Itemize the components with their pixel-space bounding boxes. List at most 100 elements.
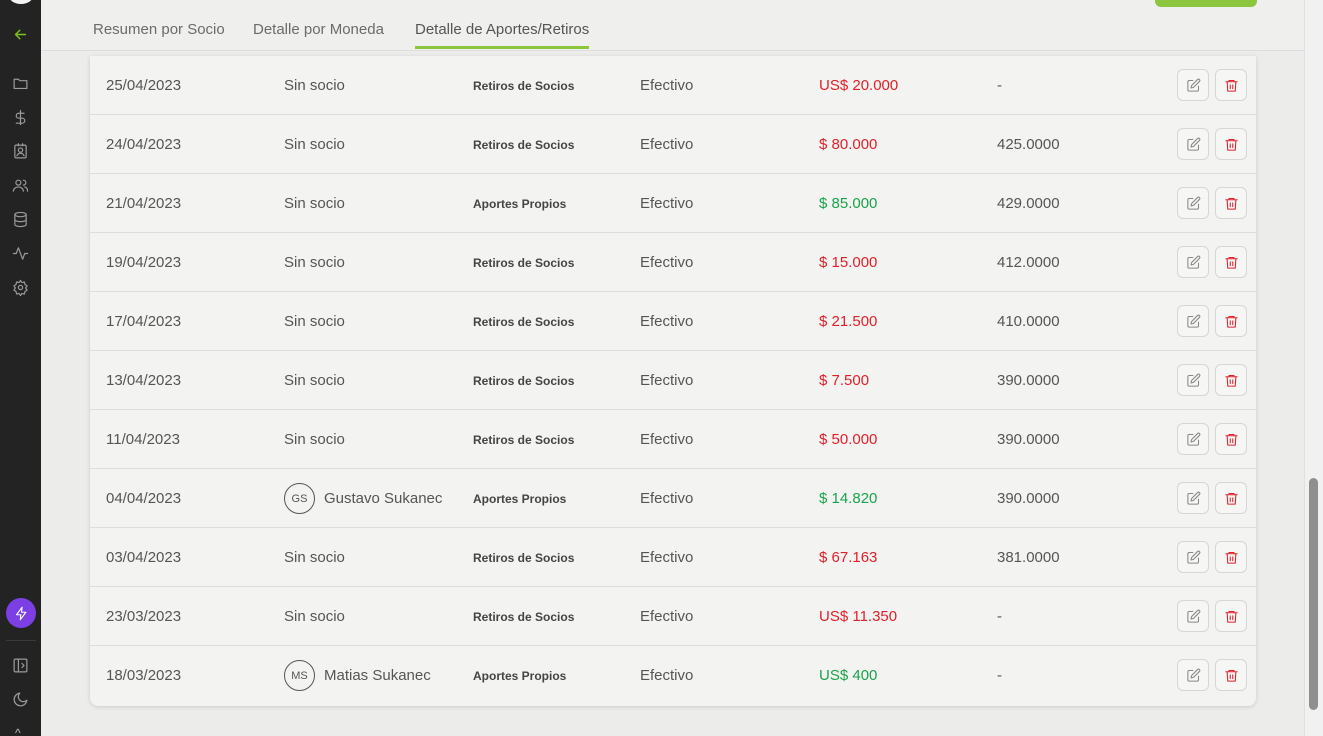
scrollbar-thumb[interactable] [1309, 478, 1318, 710]
edit-icon [1186, 373, 1200, 387]
tipo-cell: Retiros de Socios [473, 373, 575, 388]
socio-cell: Sin socio [284, 56, 345, 115]
edit-button[interactable] [1177, 364, 1209, 396]
user-avatar[interactable] [8, 0, 34, 4]
edit-icon [1186, 137, 1200, 151]
socio-name: Sin socio [284, 254, 345, 271]
delete-button[interactable] [1215, 69, 1247, 101]
socio-name: Sin socio [284, 77, 345, 94]
row-actions [1177, 482, 1247, 514]
activity-icon[interactable] [11, 244, 30, 263]
sidebar-rail: ^ [0, 0, 41, 736]
delete-button[interactable] [1215, 541, 1247, 573]
tipo-cell: Aportes Propios [473, 668, 567, 683]
monto-cell: $ 85.000 [819, 195, 878, 212]
medio-cell: Efectivo [640, 313, 694, 330]
trash-icon [1224, 433, 1238, 446]
delete-button[interactable] [1215, 364, 1247, 396]
delete-button[interactable] [1215, 659, 1247, 691]
socio-cell: Sin socio [284, 587, 345, 646]
tipo-cell: Retiros de Socios [473, 609, 575, 624]
table-row: 24/04/2023 Sin socio Retiros de Socios E… [90, 115, 1256, 174]
tipo-cell: Retiros de Socios [473, 137, 575, 152]
socio-cell: Sin socio [284, 233, 345, 292]
contact-card-icon[interactable] [11, 142, 30, 161]
sidebar-toggle-icon[interactable] [11, 656, 30, 675]
delete-button[interactable] [1215, 482, 1247, 514]
delete-button[interactable] [1215, 305, 1247, 337]
socio-cell: Sin socio [284, 410, 345, 469]
date-cell: 25/04/2023 [106, 77, 182, 94]
edit-button[interactable] [1177, 600, 1209, 632]
tipo-cell: Aportes Propios [473, 491, 567, 506]
tab-detalle-por-moneda[interactable]: Detalle por Moneda [253, 21, 384, 48]
edit-button[interactable] [1177, 128, 1209, 160]
socio-name: Sin socio [284, 549, 345, 566]
row-actions [1177, 600, 1247, 632]
sidebar-divider [6, 640, 36, 641]
edit-button[interactable] [1177, 482, 1209, 514]
trash-icon [1224, 197, 1238, 210]
medio-cell: Efectivo [640, 195, 694, 212]
date-cell: 19/04/2023 [106, 254, 182, 271]
edit-button[interactable] [1177, 69, 1209, 101]
gear-icon[interactable] [11, 278, 30, 297]
delete-button[interactable] [1215, 187, 1247, 219]
socio-cell: Sin socio [284, 115, 345, 174]
row-actions [1177, 69, 1247, 101]
back-arrow-icon[interactable] [11, 25, 30, 44]
date-cell: 11/04/2023 [106, 431, 180, 448]
trash-icon [1224, 492, 1238, 505]
delete-button[interactable] [1215, 128, 1247, 160]
avatar: GS [284, 483, 315, 514]
primary-action-button[interactable] [1155, 0, 1257, 7]
tipo-cell: Retiros de Socios [473, 255, 575, 270]
cotizacion-cell: 390.0000 [997, 431, 1060, 448]
edit-button[interactable] [1177, 187, 1209, 219]
row-actions [1177, 128, 1247, 160]
tipo-cell: Retiros de Socios [473, 78, 575, 93]
delete-button[interactable] [1215, 423, 1247, 455]
database-icon[interactable] [11, 210, 30, 229]
tipo-cell: Retiros de Socios [473, 432, 575, 447]
tipo-cell: Retiros de Socios [473, 314, 575, 329]
socio-name: Sin socio [284, 313, 345, 330]
socio-name: Sin socio [284, 136, 345, 153]
socio-name: Gustavo Sukanec [324, 490, 443, 507]
date-cell: 03/04/2023 [106, 549, 182, 566]
monto-cell: $ 15.000 [819, 254, 878, 271]
cotizacion-cell: - [997, 667, 1002, 684]
lightning-icon[interactable] [6, 598, 36, 628]
moon-icon[interactable] [11, 690, 30, 709]
tab-bar: Resumen por Socio Detalle por Moneda Det… [41, 0, 1304, 51]
edit-icon [1186, 78, 1200, 92]
table-row: 19/04/2023 Sin socio Retiros de Socios E… [90, 233, 1256, 292]
trash-icon [1224, 256, 1238, 269]
medio-cell: Efectivo [640, 549, 694, 566]
edit-button[interactable] [1177, 246, 1209, 278]
row-actions [1177, 423, 1247, 455]
row-actions [1177, 187, 1247, 219]
tab-resumen-por-socio[interactable]: Resumen por Socio [93, 21, 225, 48]
edit-button[interactable] [1177, 659, 1209, 691]
edit-button[interactable] [1177, 541, 1209, 573]
trash-icon [1224, 669, 1238, 682]
folder-icon[interactable] [11, 74, 30, 93]
users-icon[interactable] [11, 176, 30, 195]
tab-detalle-aportes-retiros[interactable]: Detalle de Aportes/Retiros [415, 21, 590, 49]
chevron-up-icon[interactable]: ^ [15, 726, 21, 736]
delete-button[interactable] [1215, 246, 1247, 278]
monto-cell: US$ 20.000 [819, 77, 899, 94]
cotizacion-cell: 390.0000 [997, 490, 1060, 507]
monto-cell: $ 7.500 [819, 372, 870, 389]
scrollbar[interactable] [1304, 0, 1323, 736]
edit-icon [1186, 314, 1200, 328]
edit-icon [1186, 550, 1200, 564]
row-actions [1177, 541, 1247, 573]
dollar-icon[interactable] [11, 108, 30, 127]
table-row: 21/04/2023 Sin socio Aportes Propios Efe… [90, 174, 1256, 233]
edit-button[interactable] [1177, 423, 1209, 455]
trash-icon [1224, 610, 1238, 623]
edit-button[interactable] [1177, 305, 1209, 337]
delete-button[interactable] [1215, 600, 1247, 632]
